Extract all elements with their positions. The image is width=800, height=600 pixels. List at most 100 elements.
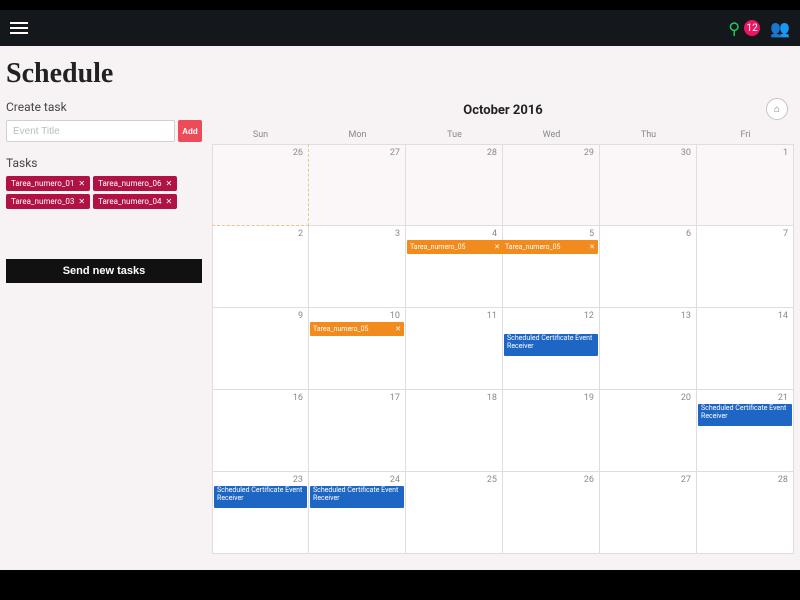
day-number: 3: [395, 229, 400, 239]
calendar-cell[interactable]: 5Tarea_numero_05✕: [503, 226, 600, 308]
task-tag[interactable]: Tarea_numero_01✕: [6, 176, 90, 191]
calendar-cell[interactable]: 26: [503, 472, 600, 554]
day-number: 10: [390, 311, 400, 321]
calendar-cell[interactable]: 14: [697, 308, 794, 390]
home-icon: ⌂: [774, 104, 780, 115]
calendar-cell[interactable]: 11: [406, 308, 503, 390]
day-number: 4: [492, 229, 497, 239]
close-icon[interactable]: ✕: [589, 243, 595, 251]
day-header: Wed: [503, 126, 600, 144]
calendar-cell[interactable]: 27: [309, 144, 406, 226]
calendar-cell[interactable]: 19: [503, 390, 600, 472]
calendar-cell[interactable]: 13: [600, 308, 697, 390]
calendar-event[interactable]: Scheduled Certificate Event Receiver: [310, 486, 404, 508]
calendar-panel: October 2016 ⌂ SunMonTueWedThuFri 262728…: [208, 46, 800, 570]
calendar-event[interactable]: Scheduled Certificate Event Receiver: [504, 334, 598, 356]
calendar-cell[interactable]: 27: [600, 472, 697, 554]
close-icon[interactable]: ✕: [78, 197, 85, 206]
day-number: 5: [589, 229, 594, 239]
day-number: 23: [293, 475, 303, 485]
task-tag[interactable]: Tarea_numero_06✕: [93, 176, 177, 191]
day-number: 11: [487, 311, 497, 321]
day-header: Fri: [697, 126, 794, 144]
calendar-cell[interactable]: 28: [697, 472, 794, 554]
sidebar: Create task Add Tasks Tarea_numero_01✕Ta…: [0, 46, 208, 570]
calendar-cell[interactable]: 21Scheduled Certificate Event Receiver: [697, 390, 794, 472]
day-number: 26: [293, 148, 303, 158]
calendar-cell[interactable]: 24Scheduled Certificate Event Receiver: [309, 472, 406, 554]
calendar-cell[interactable]: 17: [309, 390, 406, 472]
notification-badge[interactable]: 12: [744, 20, 760, 36]
day-number: 29: [584, 148, 594, 158]
calendar-cell[interactable]: 9: [212, 308, 309, 390]
calendar-home-button[interactable]: ⌂: [766, 98, 788, 120]
calendar-event[interactable]: Tarea_numero_05✕: [502, 240, 598, 254]
close-icon[interactable]: ✕: [395, 325, 401, 333]
calendar-cell[interactable]: 3: [309, 226, 406, 308]
task-tag[interactable]: Tarea_numero_03✕: [6, 194, 90, 209]
topbar: ⚲ 12 👥: [0, 10, 800, 46]
tasks-label: Tasks: [6, 156, 202, 170]
event-title-input[interactable]: [6, 120, 175, 142]
day-number: 6: [686, 229, 691, 239]
calendar-cell[interactable]: 2: [212, 226, 309, 308]
task-pool: Tarea_numero_01✕Tarea_numero_06✕Tarea_nu…: [6, 176, 202, 209]
create-task-label: Create task: [6, 100, 202, 114]
day-number: 28: [487, 148, 497, 158]
calendar-cell[interactable]: 6: [600, 226, 697, 308]
calendar-cell[interactable]: 26: [212, 144, 309, 226]
day-number: 19: [584, 393, 594, 403]
day-header: Mon: [309, 126, 406, 144]
calendar-event[interactable]: Tarea_numero_05✕: [310, 322, 404, 336]
close-icon[interactable]: ✕: [494, 243, 500, 251]
calendar-cell[interactable]: 4Tarea_numero_05✕: [406, 226, 503, 308]
calendar-cell[interactable]: 18: [406, 390, 503, 472]
day-number: 17: [390, 393, 400, 403]
add-task-button[interactable]: Add: [178, 120, 202, 142]
calendar-cell[interactable]: 12Scheduled Certificate Event Receiver: [503, 308, 600, 390]
calendar-title: October 2016: [463, 103, 542, 118]
day-number: 21: [778, 393, 788, 403]
calendar-event[interactable]: Tarea_numero_05✕: [407, 240, 503, 254]
calendar-cell[interactable]: 25: [406, 472, 503, 554]
day-number: 7: [783, 229, 788, 239]
day-number: 24: [390, 475, 400, 485]
calendar-cell[interactable]: 28: [406, 144, 503, 226]
calendar-cell[interactable]: 29: [503, 144, 600, 226]
day-number: 25: [487, 475, 497, 485]
day-number: 16: [293, 393, 303, 403]
day-number: 14: [778, 311, 788, 321]
menu-hamburger-icon[interactable]: [10, 22, 28, 34]
calendar-event[interactable]: Scheduled Certificate Event Receiver: [214, 486, 307, 508]
day-number: 20: [681, 393, 691, 403]
day-number: 27: [390, 148, 400, 158]
day-number: 9: [298, 311, 303, 321]
calendar-cell[interactable]: 20: [600, 390, 697, 472]
calendar-event[interactable]: Scheduled Certificate Event Receiver: [698, 404, 792, 426]
close-icon[interactable]: ✕: [166, 179, 173, 188]
close-icon[interactable]: ✕: [78, 179, 85, 188]
day-number: 1: [783, 148, 788, 158]
task-tag[interactable]: Tarea_numero_04✕: [93, 194, 177, 209]
day-number: 27: [681, 475, 691, 485]
day-number: 30: [681, 148, 691, 158]
day-number: 2: [298, 229, 303, 239]
day-number: 18: [487, 393, 497, 403]
send-tasks-button[interactable]: Send new tasks: [6, 259, 202, 283]
day-header: Thu: [600, 126, 697, 144]
close-icon[interactable]: ✕: [166, 197, 173, 206]
day-number: 13: [681, 311, 691, 321]
calendar-cell[interactable]: 23Scheduled Certificate Event Receiver: [212, 472, 309, 554]
day-header: Tue: [406, 126, 503, 144]
day-number: 28: [778, 475, 788, 485]
calendar-cell[interactable]: 1: [697, 144, 794, 226]
user-icon[interactable]: 👥: [770, 19, 790, 38]
page-title: Schedule: [6, 58, 113, 90]
calendar-cell[interactable]: 10Tarea_numero_05✕: [309, 308, 406, 390]
day-number: 26: [584, 475, 594, 485]
calendar-cell[interactable]: 7: [697, 226, 794, 308]
calendar-cell[interactable]: 16: [212, 390, 309, 472]
pin-icon[interactable]: ⚲: [728, 19, 740, 38]
day-header: Sun: [212, 126, 309, 144]
calendar-cell[interactable]: 30: [600, 144, 697, 226]
